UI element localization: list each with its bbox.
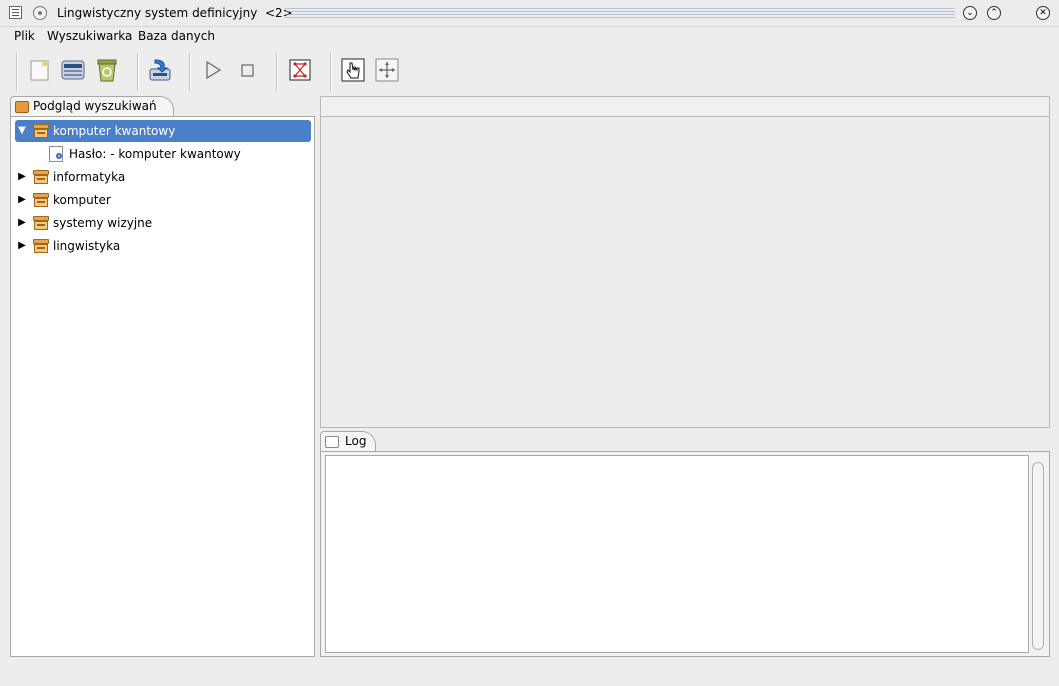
- close-button[interactable]: ✕: [1036, 6, 1050, 20]
- select-button[interactable]: [340, 57, 366, 83]
- tree-item-haslo[interactable]: Hasło: - komputer kwantowy: [15, 143, 311, 165]
- pointer-hand-icon: [341, 58, 365, 82]
- tree-item-informatyka[interactable]: ▶ informatyka: [15, 166, 311, 188]
- toolbar-separator: [16, 53, 17, 91]
- toolbar-separator: [137, 53, 138, 91]
- tree-item-label: systemy wizyjne: [53, 216, 153, 230]
- folder-box-icon: [33, 216, 49, 230]
- play-icon: [206, 60, 222, 80]
- tree-item-label: komputer: [53, 193, 111, 207]
- move-button[interactable]: [374, 57, 400, 83]
- toolbar: [0, 50, 1059, 94]
- tree-item-label: informatyka: [53, 170, 126, 184]
- folder-box-icon: [33, 124, 49, 138]
- toolbar-separator: [330, 53, 331, 91]
- tree-item-komputer[interactable]: ▶ komputer: [15, 189, 311, 211]
- tree-item-komputer-kwantowy[interactable]: ▼ komputer kwantowy: [15, 120, 311, 142]
- menu-bar: Plik Wyszukiwarka Baza danych: [0, 27, 1059, 47]
- stop-icon: [241, 64, 254, 77]
- tree-item-lingwistyka[interactable]: ▶ lingwistyka: [15, 235, 311, 257]
- tab-log[interactable]: Log: [320, 431, 376, 452]
- new-document-icon: [30, 60, 49, 81]
- import-icon: [149, 59, 171, 81]
- window-menu-icon[interactable]: [9, 6, 22, 19]
- node-graph-icon: [289, 59, 311, 81]
- log-panel: Log: [320, 431, 1050, 657]
- new-button[interactable]: [27, 57, 53, 83]
- menu-plik[interactable]: Plik: [14, 29, 35, 43]
- tree-item-label: Hasło: - komputer kwantowy: [69, 147, 241, 161]
- delete-button[interactable]: [94, 57, 120, 83]
- log-scrollbar[interactable]: [1032, 462, 1044, 650]
- maximize-button[interactable]: ⌃: [987, 6, 1001, 20]
- folder-box-icon: [33, 239, 49, 253]
- menu-wyszukiwarka[interactable]: Wyszukiwarka: [47, 29, 132, 43]
- search-view-icon: [15, 101, 29, 113]
- import-button[interactable]: [147, 57, 173, 83]
- folder-box-icon: [33, 193, 49, 207]
- window-title: Lingwistyczny system definicyjny <2>: [57, 6, 293, 20]
- move-icon: [375, 58, 399, 82]
- editor-tab-strip: [321, 97, 1049, 117]
- close-icon: ✕: [1039, 8, 1047, 18]
- search-view-panel: Podgląd wyszukiwań ▼ komputer kwantowy H…: [10, 96, 315, 657]
- maximize-icon: ⌃: [990, 8, 998, 18]
- search-document-icon: [49, 146, 63, 162]
- search-tree: ▼ komputer kwantowy Hasło: - komputer kw…: [10, 116, 315, 657]
- title-decoration: [285, 8, 955, 19]
- minimize-icon: ⌄: [966, 8, 974, 18]
- toolbar-separator: [276, 53, 277, 91]
- stop-button[interactable]: [234, 57, 260, 83]
- recycle-bin-icon: [97, 59, 117, 82]
- database-icon: [61, 60, 85, 80]
- tree-item-label: komputer kwantowy: [53, 124, 176, 138]
- window-title-text: Lingwistyczny system definicyjny: [57, 6, 258, 20]
- minimize-button[interactable]: ⌄: [963, 6, 977, 20]
- tab-search-view-label: Podgląd wyszukiwań: [33, 99, 157, 113]
- tab-search-view[interactable]: Podgląd wyszukiwań: [10, 96, 174, 117]
- sticky-icon[interactable]: [33, 6, 47, 20]
- graph-button[interactable]: [287, 57, 313, 83]
- collapsed-arrow-icon[interactable]: ▶: [17, 166, 27, 188]
- log-text-area[interactable]: [325, 455, 1029, 653]
- log-document-icon: [325, 436, 339, 448]
- play-button[interactable]: [200, 57, 226, 83]
- tree-item-systemy-wizyjne[interactable]: ▶ systemy wizyjne: [15, 212, 311, 234]
- editor-area: [320, 96, 1050, 428]
- tree-item-label: lingwistyka: [53, 239, 121, 253]
- expanded-arrow-icon[interactable]: ▼: [17, 120, 27, 142]
- status-bar: [0, 660, 1059, 686]
- collapsed-arrow-icon[interactable]: ▶: [17, 189, 27, 211]
- collapsed-arrow-icon[interactable]: ▶: [17, 212, 27, 234]
- title-bar: Lingwistyczny system definicyjny <2> ⌄ ⌃…: [0, 0, 1059, 27]
- database-button[interactable]: [60, 57, 86, 83]
- collapsed-arrow-icon[interactable]: ▶: [17, 235, 27, 257]
- tab-log-label: Log: [345, 434, 367, 448]
- log-frame: [320, 451, 1050, 657]
- folder-box-icon: [33, 170, 49, 184]
- menu-baza-danych[interactable]: Baza danych: [138, 29, 215, 43]
- toolbar-separator: [189, 53, 190, 91]
